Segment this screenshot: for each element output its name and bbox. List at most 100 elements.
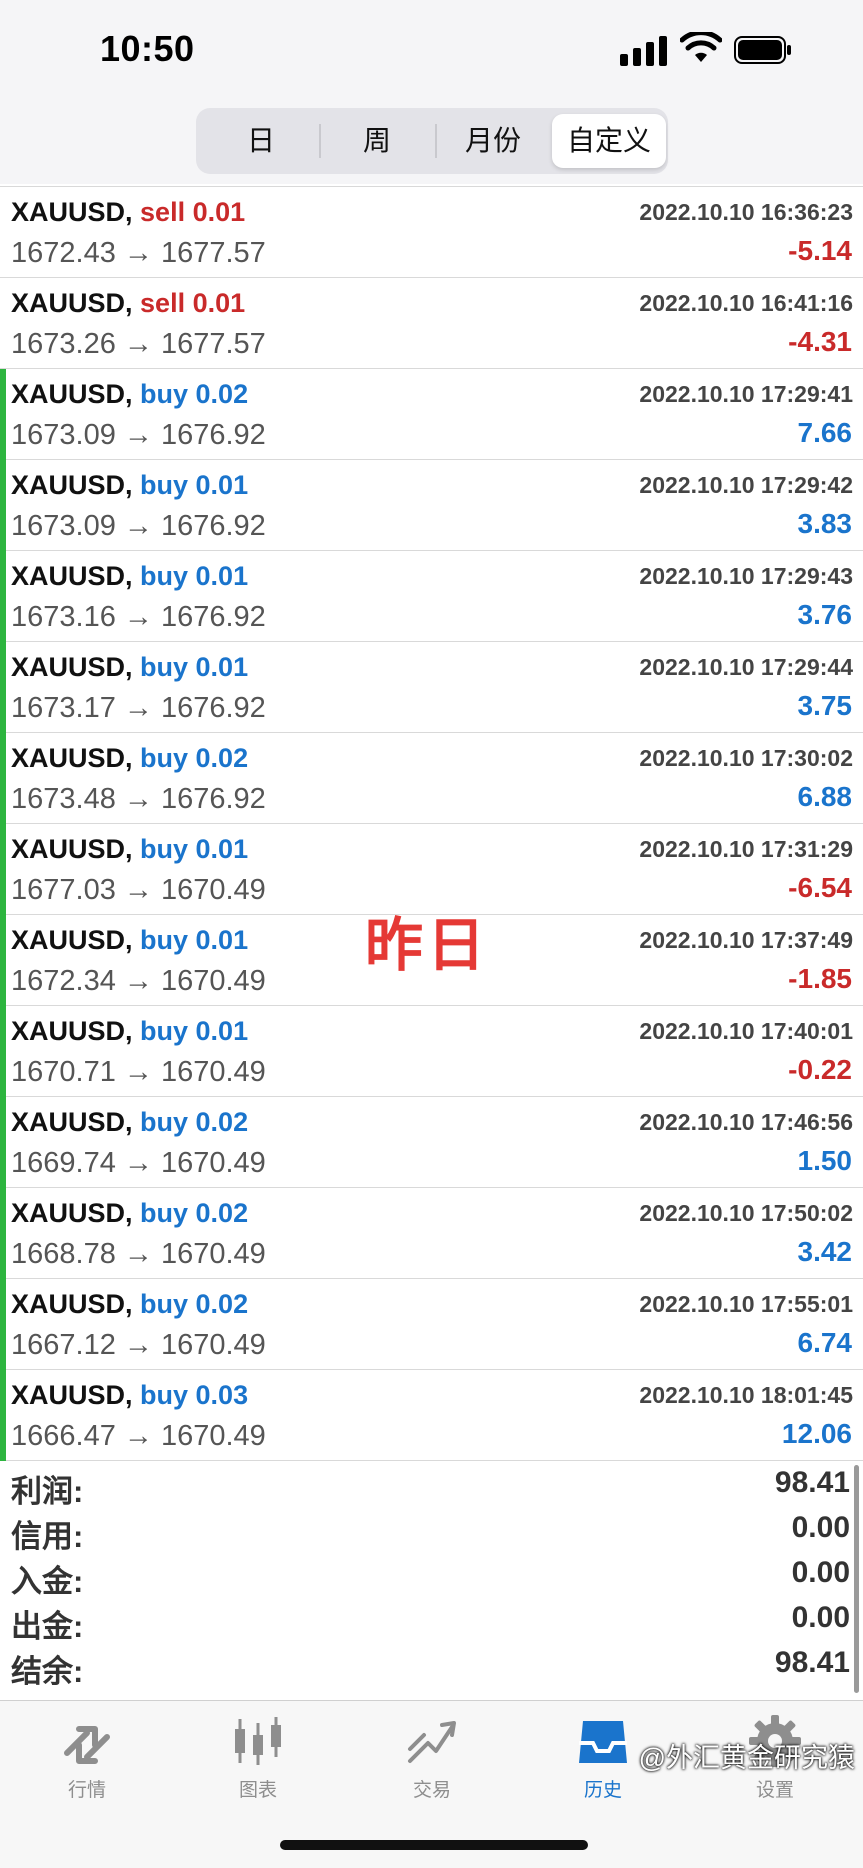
deal-close-price: 1676.92	[160, 510, 266, 542]
deal-time: 2022.10.10 18:01:45	[639, 1382, 853, 1408]
arrow-right-icon: →	[123, 1420, 161, 1452]
arrow-right-icon: →	[123, 1056, 161, 1088]
deal-close-price: 1676.92	[160, 692, 266, 724]
arrow-right-icon: →	[123, 510, 161, 542]
deal-symbol: XAUUSD,	[11, 470, 133, 500]
deal-direction-bar	[0, 1188, 6, 1279]
deal-prices: 1673.16 → 1676.92	[11, 601, 266, 634]
deal-prices: 1673.48 → 1676.92	[11, 783, 266, 816]
status-bar: 10:50	[0, 0, 863, 100]
deal-time: 2022.10.10 16:41:16	[639, 290, 853, 316]
tab-label: 历史	[583, 1780, 622, 1801]
summary-value: 0.00	[791, 1601, 850, 1634]
deal-time: 2022.10.10 17:31:29	[639, 836, 853, 862]
trade-icon	[408, 1721, 456, 1763]
deal-open-price: 1673.48	[11, 783, 116, 815]
deal-side-volume: sell 0.01	[140, 288, 246, 318]
deal-close-price: 1670.49	[160, 965, 266, 997]
summary-label: 入金:	[11, 1564, 84, 1599]
summary-row-credit: 信用: 0.00	[0, 1507, 863, 1554]
deal-side-volume: buy 0.01	[140, 561, 249, 591]
deal-close-price: 1676.92	[160, 419, 266, 451]
account-summary: 利润: 98.41 信用: 0.00 入金: 0.00 出金: 0.00 结余:…	[0, 1462, 863, 1698]
period-tab-day[interactable]: 日	[204, 114, 318, 168]
deal-open-price: 1670.71	[11, 1056, 116, 1088]
deal-prices: 1673.09 → 1676.92	[11, 510, 266, 543]
summary-row-profit: 利润: 98.41	[0, 1462, 863, 1509]
deal-direction-bar	[0, 1370, 6, 1461]
deal-side-volume: buy 0.01	[140, 834, 249, 864]
deal-row[interactable]: XAUUSD, sell 0.01 1673.26 → 1677.57 2022…	[0, 278, 863, 369]
deal-row[interactable]: XAUUSD, buy 0.01 1673.09 → 1676.92 2022.…	[0, 460, 863, 551]
deal-side-volume: sell 0.01	[140, 197, 246, 227]
deal-row[interactable]: XAUUSD, buy 0.02 1669.74 → 1670.49 2022.…	[0, 1097, 863, 1188]
deal-open-price: 1673.16	[11, 601, 116, 633]
deal-open-price: 1672.43	[11, 237, 116, 269]
deal-prices: 1677.03 → 1670.49	[11, 874, 266, 907]
deal-time: 2022.10.10 16:36:23	[639, 199, 853, 225]
scrollbar[interactable]	[854, 1465, 859, 1693]
deal-row[interactable]: XAUUSD, buy 0.01 1673.17 → 1676.92 2022.…	[0, 642, 863, 733]
deal-row[interactable]: XAUUSD, buy 0.02 1668.78 → 1670.49 2022.…	[0, 1188, 863, 1279]
deal-close-price: 1670.49	[160, 1056, 266, 1088]
arrow-right-icon: →	[123, 1329, 161, 1361]
deal-profit: 7.66	[797, 417, 853, 448]
summary-label: 结余:	[11, 1654, 84, 1689]
deal-row[interactable]: XAUUSD, buy 0.02 1667.12 → 1670.49 2022.…	[0, 1279, 863, 1370]
deal-prices: 1666.47 → 1670.49	[11, 1420, 266, 1453]
deal-time: 2022.10.10 17:37:49	[639, 927, 853, 953]
deal-direction-bar	[0, 460, 6, 551]
deal-profit: -4.31	[788, 326, 852, 357]
deal-time: 2022.10.10 17:40:01	[639, 1018, 853, 1044]
deal-time: 2022.10.10 17:29:43	[639, 563, 853, 589]
deal-prices: 1669.74 → 1670.49	[11, 1147, 266, 1180]
deal-direction-bar	[0, 187, 6, 278]
arrow-right-icon: →	[123, 328, 161, 360]
deal-direction-bar	[0, 1006, 6, 1097]
deal-profit: 3.75	[797, 690, 853, 721]
deal-time: 2022.10.10 17:29:44	[639, 654, 853, 680]
deal-row[interactable]: XAUUSD, sell 0.01 1672.43 → 1677.57 2022…	[0, 186, 863, 278]
tab-label: 图表	[238, 1780, 277, 1801]
summary-row-balance: 结余: 98.41	[0, 1642, 863, 1689]
deal-prices: 1672.43 → 1677.57	[11, 237, 266, 270]
deal-close-price: 1670.49	[160, 874, 266, 906]
deal-direction-bar	[0, 369, 6, 460]
deal-profit: 6.88	[797, 781, 853, 812]
deal-open-price: 1673.26	[11, 328, 116, 360]
deal-direction-bar	[0, 1097, 6, 1188]
tab-chart[interactable]: 图表	[198, 1713, 318, 1809]
deal-prices: 1668.78 → 1670.49	[11, 1238, 266, 1271]
deal-open-price: 1668.78	[11, 1238, 116, 1270]
deal-row[interactable]: XAUUSD, buy 0.02 1673.09 → 1676.92 2022.…	[0, 369, 863, 460]
period-selector-bar: 日 周 月份 自定义	[0, 100, 863, 184]
deal-open-price: 1667.12	[11, 1329, 116, 1361]
tab-quotes[interactable]: 行情	[27, 1713, 147, 1809]
deal-direction-bar	[0, 824, 6, 915]
deal-prices: 1667.12 → 1670.49	[11, 1329, 266, 1362]
period-tab-custom[interactable]: 自定义	[552, 114, 666, 168]
summary-value: 0.00	[791, 1556, 850, 1589]
deal-symbol: XAUUSD,	[11, 1016, 133, 1046]
deal-prices: 1672.34 → 1670.49	[11, 965, 266, 998]
tab-trade[interactable]: 交易	[372, 1713, 492, 1809]
deal-side-volume: buy 0.01	[140, 652, 249, 682]
deal-row[interactable]: XAUUSD, buy 0.01 1673.16 → 1676.92 2022.…	[0, 551, 863, 642]
deal-symbol: XAUUSD,	[11, 1380, 133, 1410]
deal-row[interactable]: XAUUSD, buy 0.02 1673.48 → 1676.92 2022.…	[0, 733, 863, 824]
period-tab-week[interactable]: 周	[320, 114, 434, 168]
home-indicator[interactable]	[280, 1840, 588, 1850]
deal-open-price: 1669.74	[11, 1147, 116, 1179]
summary-value: 98.41	[774, 1466, 850, 1499]
history-icon	[579, 1721, 627, 1763]
deal-symbol: XAUUSD,	[11, 925, 133, 955]
deal-row[interactable]: XAUUSD, buy 0.01 1670.71 → 1670.49 2022.…	[0, 1006, 863, 1097]
deal-side-volume: buy 0.02	[140, 379, 249, 409]
deal-open-price: 1666.47	[11, 1420, 116, 1452]
deal-profit: 12.06	[781, 1418, 852, 1449]
deal-symbol: XAUUSD,	[11, 1198, 133, 1228]
cellular-signal-icon	[620, 36, 667, 66]
deal-row[interactable]: XAUUSD, buy 0.03 1666.47 → 1670.49 2022.…	[0, 1370, 863, 1461]
period-tab-month[interactable]: 月份	[436, 114, 550, 168]
deal-close-price: 1676.92	[160, 601, 266, 633]
